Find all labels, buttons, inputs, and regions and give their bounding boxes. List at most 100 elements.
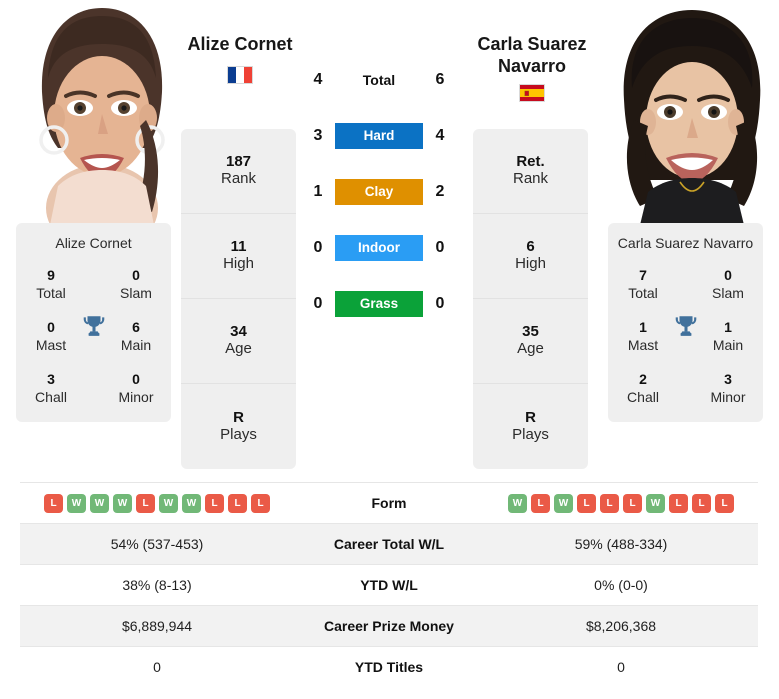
form-badge-loss: L (251, 493, 270, 513)
titles-mast-label-left: Mast (35, 336, 67, 353)
surface-row-indoor: 0 Indoor 0 (305, 228, 453, 268)
form-badge-win: W (508, 493, 527, 513)
titles-row: 3 Chall 0 Minor (22, 371, 165, 406)
titles-mast-left: 0 Mast (22, 319, 80, 354)
info-cell-rank-left: 187 Rank (181, 129, 296, 214)
player-comparison-page: Alize Cornet Carla Suarez Navarro 187 Ra… (0, 0, 779, 699)
flag-spain-icon (519, 83, 545, 102)
info-cell-high-right: 6 High (473, 214, 588, 299)
form-badge-loss: L (623, 493, 642, 513)
form-badge-win: W (554, 493, 573, 513)
titles-chall-label-left: Chall (35, 388, 67, 405)
form-cell-right: WLWLLLWLLL (484, 483, 758, 524)
titles-card-left: Alize Cornet 9 Total 0 Slam 0 Mast 6 Mai… (16, 223, 171, 422)
age-value-right: 35 (522, 323, 539, 340)
info-cell-plays-left: R Plays (181, 384, 296, 469)
form-badge-win: W (113, 493, 132, 513)
rank-value-left: 187 (225, 153, 252, 170)
titles-slam-left: 0 Slam (107, 267, 165, 302)
rank-value-right: Ret. (516, 153, 545, 170)
titles-slam-value-right: 0 (724, 267, 732, 283)
surface-row-clay: 1 Clay 2 (305, 172, 453, 212)
form-badge-loss: L (669, 493, 688, 513)
player-name-right: Carla Suarez Navarro (447, 34, 617, 102)
titles-mast-right: 1 Mast (614, 319, 672, 354)
titles-main-right: 1 Main (699, 319, 757, 354)
form-badge-win: W (90, 493, 109, 513)
titles-main-value-right: 1 (724, 318, 732, 335)
titles-main-value-left: 6 (132, 318, 140, 335)
titles-minor-value-left: 0 (132, 370, 140, 387)
form-badge-loss: L (577, 493, 596, 513)
form-badge-loss: L (136, 493, 155, 513)
h2h-score-left-total: 4 (313, 71, 323, 88)
h2h-score-left-clay: 1 (313, 183, 323, 200)
table-row: 54% (537-453) Career Total W/L 59% (488-33… (20, 523, 758, 565)
comparison-stats-table: L W W W L W W L L L Form W L W L L L W L L L 54% (537-453) Car… (20, 482, 758, 688)
titles-slam-value-left: 0 (132, 267, 140, 283)
stat-label: YTD Titles (354, 659, 424, 676)
titles-minor-label-right: Minor (710, 388, 746, 405)
form-badge-loss: L (228, 493, 247, 513)
form-badge-loss: L (715, 493, 734, 513)
titles-slam-right: 0 Slam (699, 267, 757, 302)
high-value-left: 11 (230, 238, 247, 255)
titles-minor-left: 0 Minor (107, 371, 165, 406)
high-value-right: 6 (526, 238, 535, 255)
form-badge-loss: L (692, 493, 711, 513)
form-cell-left: LWWWLWWLLL (20, 483, 294, 524)
trophy-icon (673, 313, 699, 339)
titles-card-right: Carla Suarez Navarro 7 Total 0 Slam 1 Ma… (608, 223, 763, 422)
form-badge-win: W (159, 493, 178, 513)
stat-value-left: $6,889,944 (121, 618, 193, 634)
surface-row-total: 4 Total 6 (305, 60, 453, 100)
stat-value-left: 38% (8-13) (122, 577, 192, 593)
form-badge-win: W (182, 493, 201, 513)
plays-label-right: Plays (512, 425, 549, 443)
titles-minor-label-left: Minor (118, 388, 154, 405)
surface-badge-hard: Hard (335, 123, 423, 149)
player-photo-right (608, 0, 776, 225)
age-value-left: 34 (230, 323, 247, 340)
form-strip-left: LWWWLWWLLL (24, 493, 290, 513)
table-row: L W W W L W W L L L Form W L W L L L W L L L (20, 482, 758, 524)
h2h-score-right-clay: 2 (435, 183, 445, 200)
titles-mast-value-left: 0 (47, 318, 55, 335)
titles-total-label-right: Total (628, 284, 658, 301)
titles-chall-label-right: Chall (627, 388, 659, 405)
trophy-icon (81, 313, 107, 339)
titles-slam-label-right: Slam (712, 284, 744, 301)
info-cell-age-right: 35 Age (473, 299, 588, 384)
titles-mast-label-right: Mast (627, 336, 659, 353)
h2h-score-right-grass: 0 (435, 295, 445, 312)
form-strip-right: WLWLLLWLLL (488, 493, 754, 513)
titles-chall-right: 2 Chall (614, 371, 672, 406)
plays-value-right: R (525, 408, 536, 426)
player-name-left-text: Alize Cornet (187, 34, 293, 54)
age-label-right: Age (517, 340, 544, 358)
table-row: 0 YTD Titles 0 (20, 646, 758, 688)
titles-card-name-left: Alize Cornet (55, 235, 132, 251)
stat-value-left: 54% (537-453) (110, 536, 204, 552)
titles-total-left: 9 Total (22, 267, 80, 302)
h2h-score-left-hard: 3 (313, 127, 323, 144)
titles-chall-left: 3 Chall (22, 371, 80, 406)
titles-row: 9 Total 0 Slam (22, 267, 165, 302)
h2h-score-right-hard: 4 (435, 127, 445, 144)
age-label-left: Age (225, 340, 252, 358)
titles-total-value-left: 9 (47, 267, 55, 283)
info-card-left: 187 Rank 11 High 34 Age R Plays (181, 129, 296, 469)
titles-mast-value-right: 1 (639, 318, 647, 335)
titles-chall-value-right: 2 (639, 370, 647, 387)
high-label-left: High (223, 255, 254, 273)
stat-value-right: 59% (488-334) (574, 536, 668, 552)
titles-row: 7 Total 0 Slam (614, 267, 757, 302)
titles-chall-value-left: 3 (47, 370, 55, 387)
flag-france-icon (227, 65, 253, 84)
titles-row: 2 Chall 3 Minor (614, 371, 757, 406)
titles-total-right: 7 Total (614, 267, 672, 302)
stat-value-right: 0 (617, 659, 625, 676)
form-badge-win: W (646, 493, 665, 513)
surface-badge-total: Total (362, 72, 396, 88)
h2h-score-right-indoor: 0 (435, 239, 445, 256)
